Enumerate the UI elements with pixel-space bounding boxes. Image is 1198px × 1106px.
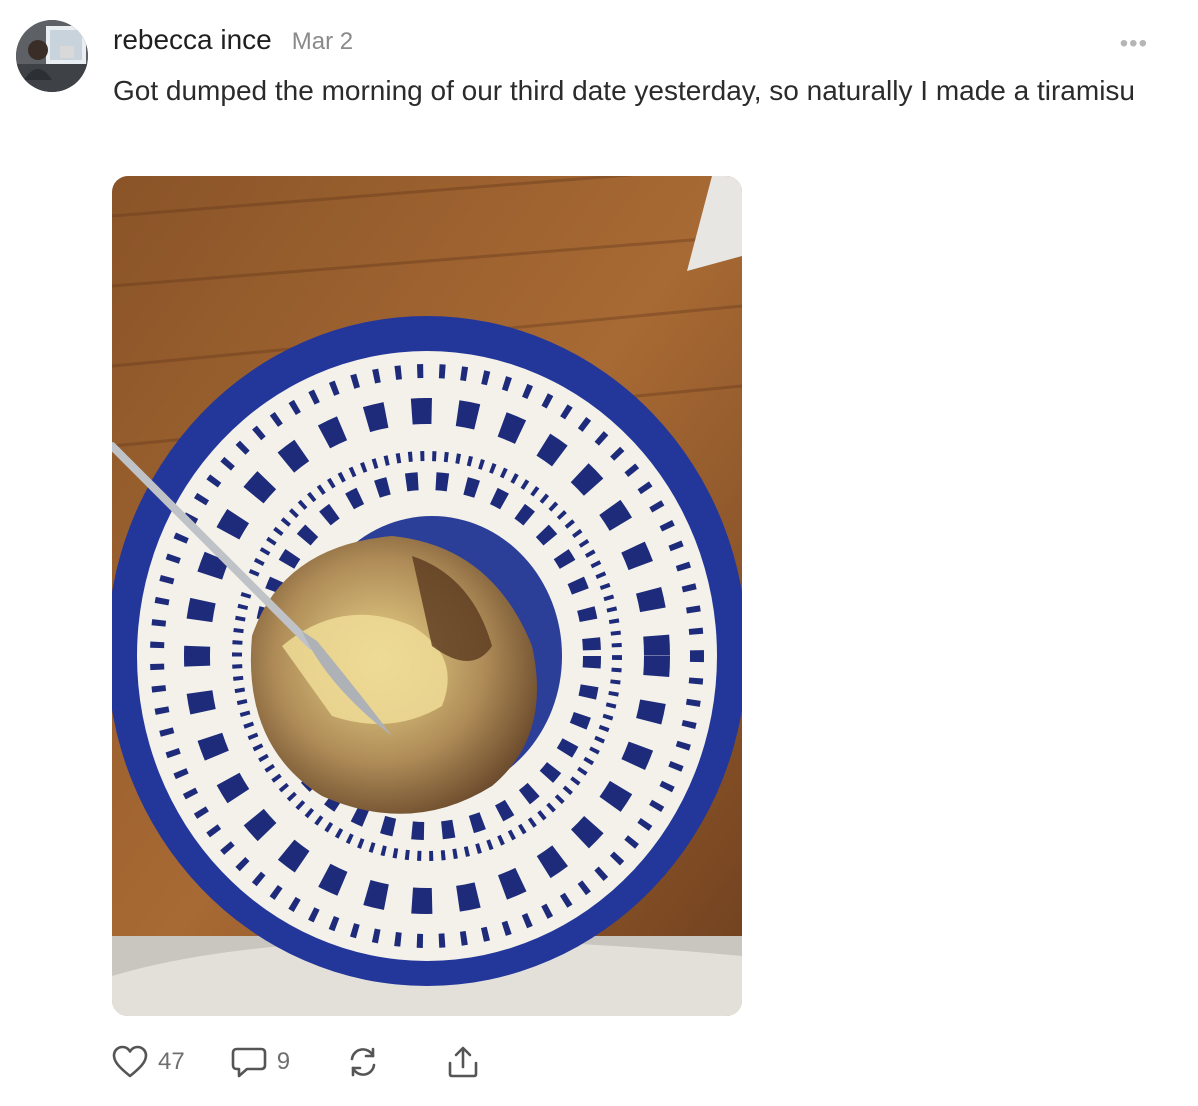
restack-button[interactable] [346, 1045, 380, 1079]
author-name[interactable]: rebecca ince [113, 24, 272, 56]
avatar[interactable] [16, 20, 88, 92]
speech-bubble-icon [231, 1045, 267, 1079]
comment-button[interactable]: 9 [231, 1045, 290, 1079]
share-icon [446, 1045, 480, 1079]
action-bar: 47 9 [112, 1045, 480, 1079]
like-count: 47 [158, 1048, 185, 1075]
post-text: Got dumped the morning of our third date… [113, 75, 1135, 106]
refresh-icon [346, 1045, 380, 1079]
avatar-photo [16, 20, 88, 92]
heart-icon [112, 1045, 148, 1079]
tiramisu-photo [112, 176, 742, 1016]
share-button[interactable] [446, 1045, 480, 1079]
post-image[interactable] [112, 176, 742, 1016]
comment-count: 9 [276, 1048, 291, 1075]
like-button[interactable]: 47 [112, 1045, 185, 1079]
more-options-button[interactable]: ••• [1120, 30, 1148, 58]
post-header: rebecca ince Mar 2 [113, 24, 353, 56]
post-date[interactable]: Mar 2 [292, 28, 353, 56]
